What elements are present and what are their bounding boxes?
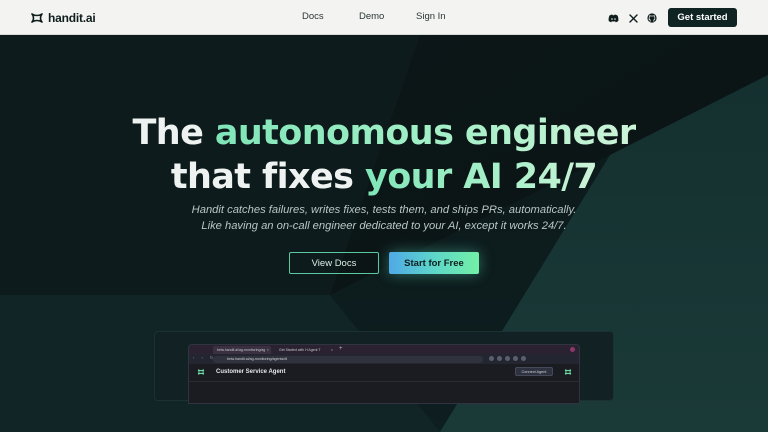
headline-part: that fixes (170, 157, 365, 197)
new-tab-icon: + (339, 346, 343, 352)
browser-tab-bar: beta.handit.ai/ag-monitoring/ag × Get Sta… (189, 345, 579, 354)
url-field: beta.handit.ai/ag-monitoring/agents/dl (213, 356, 483, 363)
nav-link-demo[interactable]: Demo (359, 11, 384, 22)
close-icon: × (266, 347, 269, 352)
subtitle-line-1: Handit catches failures, writes fixes, t… (191, 204, 577, 216)
headline-line-2: that fixes your AI 24/7 (0, 155, 768, 199)
agent-title: Customer Service Agent (216, 369, 286, 375)
extension-icons (489, 356, 526, 361)
subtitle-line-2: Like having an on-call engineer dedicate… (201, 220, 567, 232)
nav-link-sign-in[interactable]: Sign In (416, 11, 446, 22)
view-docs-button[interactable]: View Docs (289, 252, 379, 274)
tab-title: Get Started with H Agent T (279, 348, 321, 352)
close-icon: × (330, 347, 333, 352)
discord-icon[interactable] (607, 12, 619, 24)
logo-text: handit.ai (48, 10, 96, 25)
handit-logo-icon (564, 369, 572, 375)
handit-logo-icon (31, 12, 43, 23)
handit-logo-icon (197, 369, 205, 375)
headline-highlight: autonomous engineer (214, 113, 636, 153)
profile-icon (570, 347, 575, 352)
browser-tab: Get Started with H Agent T × (275, 346, 335, 354)
browser-screenshot: beta.handit.ai/ag-monitoring/ag × Get Sta… (188, 344, 580, 404)
start-for-free-button[interactable]: Start for Free (389, 252, 479, 274)
headline-highlight: your AI 24/7 (364, 157, 598, 197)
top-navbar: handit.ai Docs Demo Sign In Get started (0, 0, 768, 35)
browser-tab: beta.handit.ai/ag-monitoring/ag × (213, 346, 271, 354)
x-icon[interactable] (627, 12, 639, 24)
github-icon[interactable] (646, 12, 658, 24)
get-started-button[interactable]: Get started (668, 8, 737, 27)
brand-logo[interactable]: handit.ai (30, 9, 96, 26)
connect-agent-button: Connect Agent (515, 367, 553, 376)
nav-link-docs[interactable]: Docs (302, 11, 324, 22)
divider (189, 381, 579, 382)
hero-subtitle: Handit catches failures, writes fixes, t… (0, 202, 768, 234)
headline-line-1: The autonomous engineer (0, 111, 768, 155)
tab-title: beta.handit.ai/ag-monitoring/ag (217, 348, 266, 352)
app-content: Customer Service Agent Connect Agent (189, 364, 579, 403)
hero-headline: The autonomous engineer that fixes your … (0, 111, 768, 199)
headline-part: The (132, 113, 215, 153)
